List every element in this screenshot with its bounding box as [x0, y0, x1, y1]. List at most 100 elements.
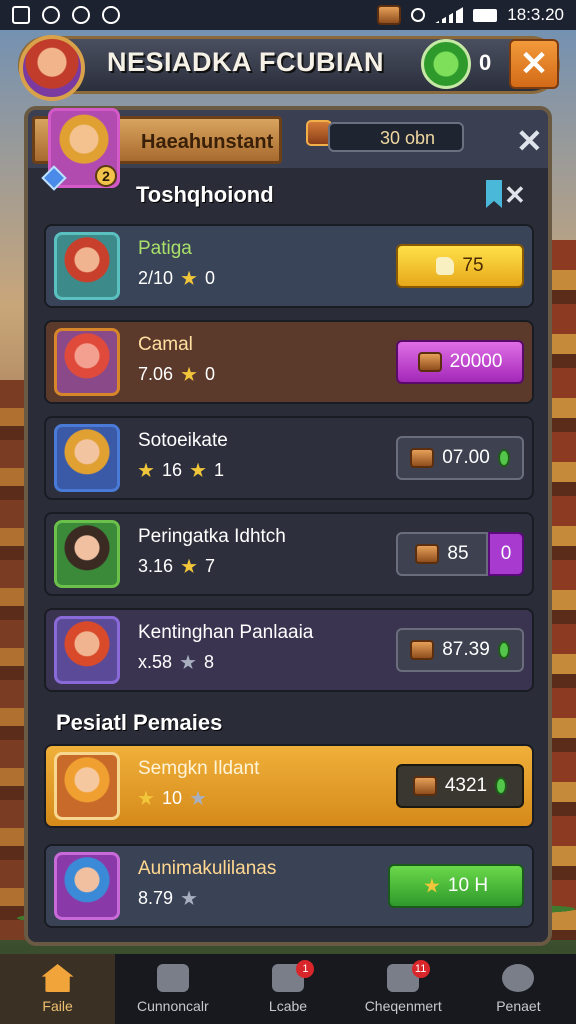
coin-value: 30 obn [380, 128, 436, 148]
signal-icon [435, 7, 464, 23]
price-label: 4321 [444, 775, 488, 796]
list-item[interactable]: Patiga 2/10 0 75 [44, 224, 534, 308]
star-icon [181, 270, 197, 286]
hero-stat: 2/10 [138, 268, 174, 288]
hero-stat: 7 [205, 556, 216, 576]
gem-shop-button[interactable] [421, 39, 471, 89]
phone-icon [42, 6, 60, 24]
battery-icon [473, 8, 498, 22]
buy-button[interactable]: 85 [396, 532, 488, 576]
buy-button[interactable]: 07.00 [396, 436, 524, 480]
hero-stat: 8.79 [138, 888, 174, 908]
roster-panel: Haeahunstant 2 30 obn ✕ Toshqhoiond ✕ Pa… [24, 106, 552, 946]
bookmark-icon[interactable] [486, 180, 502, 208]
close-button[interactable]: ✕ [509, 39, 559, 89]
hero-stat: 0 [205, 268, 216, 288]
nav-label: Faile [42, 998, 73, 1014]
notification-badge: 11 [411, 960, 430, 978]
notification-badge: 1 [296, 960, 315, 978]
home-icon [41, 964, 74, 992]
price-label: 20000 [449, 351, 503, 372]
chest-icon [410, 640, 435, 660]
profile-icon [502, 964, 535, 992]
blue-gem-icon [41, 165, 67, 191]
nav-label: Penaet [496, 998, 541, 1014]
star-icon [138, 790, 154, 806]
bonus-badge[interactable]: 0 [488, 532, 524, 576]
star-icon [138, 462, 154, 478]
hero-portrait [54, 616, 120, 684]
buy-button[interactable]: 4321 [396, 764, 524, 808]
chest-icon [412, 776, 437, 796]
list-item[interactable]: Kentinghan Panlaaia x.58 8 87.39 [44, 608, 534, 692]
image-icon [12, 6, 30, 24]
nav-label: Cheqenmert [364, 998, 442, 1014]
hero-stat: 1 [214, 460, 225, 480]
section-title-special: Pesiatl Pemaies [56, 710, 223, 735]
close-panel-button[interactable]: ✕ [516, 122, 543, 160]
hero-stat: 16 [162, 460, 183, 480]
nav-label: Lcabe [268, 998, 308, 1014]
buy-button[interactable]: 75 [396, 244, 524, 288]
status-bar: 18:3.20 [0, 0, 576, 30]
price-label: 85 [447, 543, 469, 564]
hero-stats: 7.06 0 [138, 364, 215, 385]
nav-profile[interactable]: Penaet [461, 954, 576, 1024]
bonus-count: 0 [500, 543, 512, 564]
player-avatar[interactable] [19, 35, 85, 101]
hero-name: Kentinghan Panlaaia [138, 622, 314, 643]
price-label: 10 H [447, 875, 489, 896]
price-label: 87.39 [442, 639, 490, 660]
dismiss-icon[interactable]: ✕ [504, 180, 526, 211]
hero-stat: 0 [205, 364, 216, 384]
featured-hero-portrait[interactable]: 2 [41, 108, 120, 191]
list-item[interactable]: Semgkn Ildant 10 4321 [44, 744, 534, 828]
hero-portrait [54, 328, 120, 396]
list-item[interactable]: Camal 7.06 0 20000 [44, 320, 534, 404]
panel-header: Haeahunstant 2 30 obn ✕ [28, 108, 548, 191]
hero-name: Semgkn Ildant [138, 758, 260, 779]
location-icon [411, 8, 426, 22]
buy-button[interactable]: 87.39 [396, 628, 524, 672]
star-icon [181, 558, 197, 574]
star-icon [181, 890, 197, 906]
star-icon [190, 462, 206, 478]
list-item[interactable]: Aunimakulilanas 8.79 10 H [44, 844, 534, 928]
hero-name: Sotoeikate [138, 430, 228, 451]
nav-cards[interactable]: 1 Lcabe [230, 954, 345, 1024]
star-icon [181, 366, 197, 382]
game-title: NESIADKA FCUBIAN [107, 47, 384, 77]
hero-stat: 3.16 [138, 556, 174, 576]
coin-counter: 30 obn [328, 122, 464, 152]
list-item[interactable]: Peringatka Idhtch 3.16 7 85 0 [44, 512, 534, 596]
settings-icon [72, 6, 90, 24]
price-label: 75 [462, 255, 484, 276]
star-icon [424, 878, 440, 893]
buy-button[interactable]: 20000 [396, 340, 524, 384]
hero-stat: 7.06 [138, 364, 174, 384]
hero-name: Camal [138, 334, 193, 355]
gem-icon [495, 777, 508, 795]
hero-stat: 10 [162, 788, 183, 808]
hero-name: Patiga [138, 238, 192, 259]
star-icon [180, 654, 196, 670]
list-item[interactable]: Sotoeikate 16 1 07.00 [44, 416, 534, 500]
chest-icon [417, 352, 442, 372]
chest-icon [377, 5, 402, 25]
hero-stat: 8 [204, 652, 215, 672]
chest-icon [415, 544, 440, 564]
gem-icon [497, 449, 510, 467]
nav-label: Cunnoncalr [137, 998, 209, 1014]
section-title-main: Toshqhoiond [136, 182, 274, 207]
circle-icon [102, 6, 120, 24]
hero-portrait [54, 852, 120, 920]
nav-home[interactable]: Faile [0, 954, 116, 1024]
tab-label: Haeahunstant [141, 131, 274, 153]
buy-button[interactable]: 10 H [388, 864, 524, 908]
camera-icon [156, 964, 189, 992]
chest-icon [410, 448, 435, 468]
nav-messages[interactable]: 11 Cheqenmert [346, 954, 461, 1024]
hero-stats: 16 1 [138, 460, 224, 481]
hero-portrait [54, 424, 120, 492]
nav-camera[interactable]: Cunnoncalr [115, 954, 230, 1024]
